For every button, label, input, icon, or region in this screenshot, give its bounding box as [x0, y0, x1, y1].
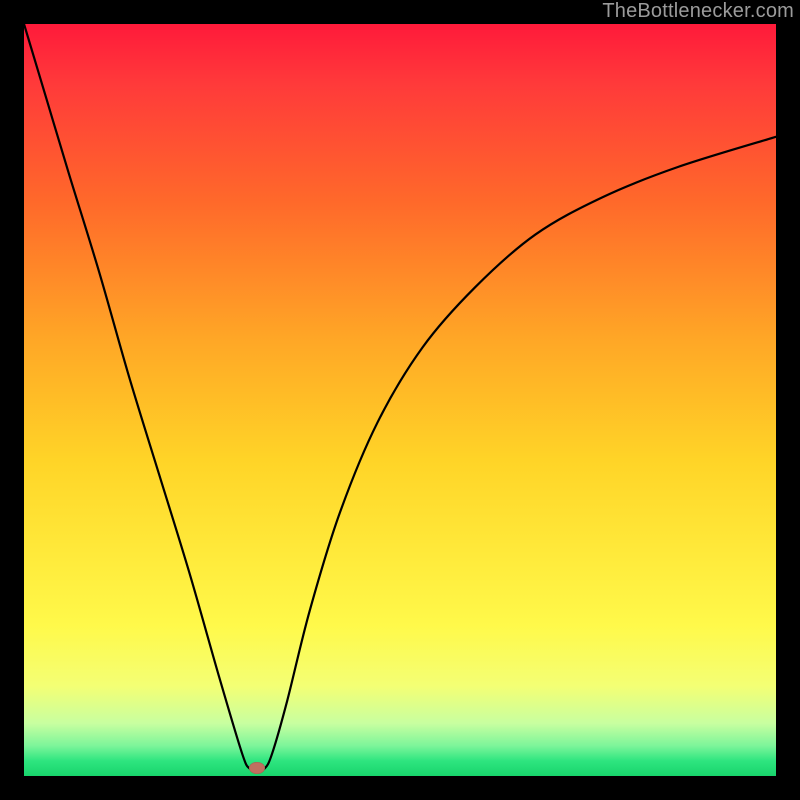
watermark-text: TheBottlenecker.com [602, 0, 794, 23]
chart-frame: TheBottlenecker.com [0, 0, 800, 800]
minimum-marker [249, 762, 265, 774]
bottleneck-curve [24, 24, 776, 776]
curve-path [24, 24, 776, 770]
plot-area [24, 24, 776, 776]
